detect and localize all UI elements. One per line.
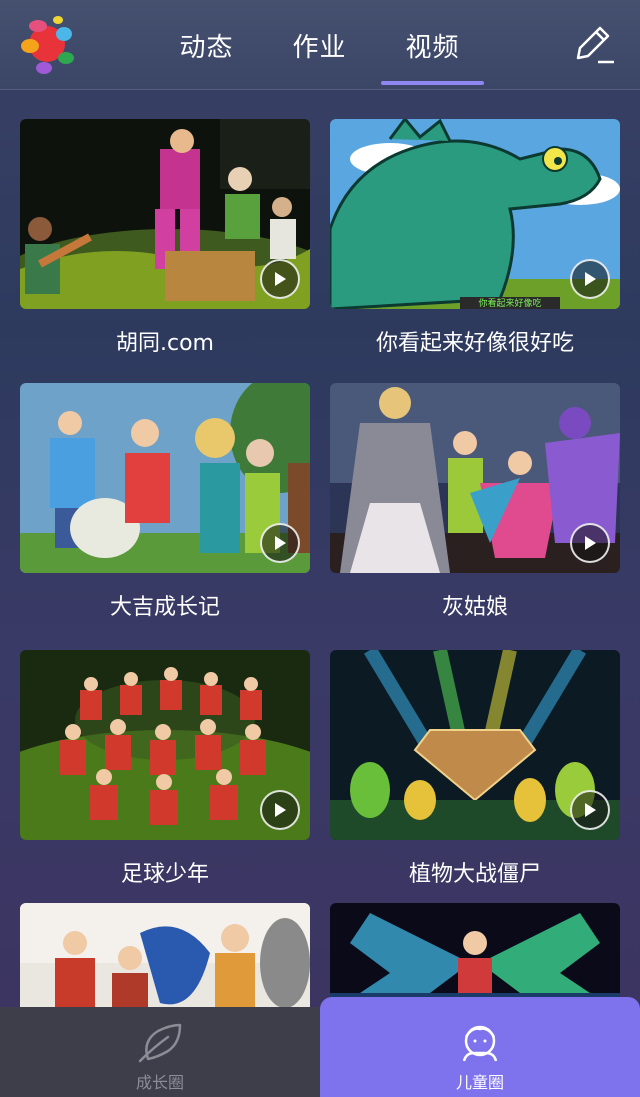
play-icon (275, 536, 286, 550)
play-icon (585, 536, 596, 550)
play-icon (585, 803, 596, 817)
stage-scene-thumbnail (20, 903, 310, 1007)
video-thumbnail[interactable] (330, 903, 620, 1007)
svg-text:你看起来好像吃: 你看起来好像吃 (478, 297, 541, 309)
video-thumbnail[interactable] (20, 903, 310, 1007)
video-card[interactable]: 植物大战僵尸 (330, 650, 620, 890)
nav-ertongquan[interactable]: 儿童圈 (320, 997, 640, 1097)
video-thumbnail[interactable]: 你看起来好像吃 (330, 119, 620, 309)
top-bar: 动态 作业 视频 (0, 0, 640, 90)
play-button[interactable] (570, 790, 610, 830)
play-icon (275, 272, 286, 286)
video-thumbnail[interactable] (20, 383, 310, 573)
video-card[interactable]: 你看起来好像吃 你看起来好像很好吃 (330, 119, 620, 359)
play-button[interactable] (570, 259, 610, 299)
child-icon (462, 1025, 498, 1062)
play-button[interactable] (260, 259, 300, 299)
video-title: 植物大战僵尸 (408, 862, 541, 887)
tab-shipin[interactable]: 视频 (376, 0, 489, 90)
video-title: 你看起来好像很好吃 (375, 331, 574, 356)
video-card[interactable]: 灰姑娘 (330, 383, 620, 623)
video-title: 灰姑娘 (441, 595, 508, 620)
leaf-icon (138, 1023, 182, 1063)
nav-label: 成长圈 (135, 1073, 184, 1092)
nav-label: 儿童圈 (455, 1073, 504, 1092)
top-tabs: 动态 作业 视频 (150, 0, 489, 90)
video-title: 胡同.com (116, 331, 214, 356)
tab-dongtai[interactable]: 动态 (150, 0, 263, 90)
video-thumbnail[interactable] (20, 650, 310, 840)
play-icon (585, 272, 596, 286)
nav-chengzhangquan[interactable]: 成长圈 (0, 1007, 320, 1097)
video-card[interactable] (20, 903, 310, 1007)
app-logo-icon[interactable] (14, 12, 80, 78)
bottom-nav: 成长圈 儿童圈 (0, 997, 640, 1097)
edit-icon[interactable] (568, 22, 618, 70)
tab-zuoye[interactable]: 作业 (263, 0, 376, 90)
play-icon (275, 803, 286, 817)
video-thumbnail[interactable] (20, 119, 310, 309)
play-button[interactable] (570, 523, 610, 563)
play-button[interactable] (260, 790, 300, 830)
video-thumbnail[interactable] (330, 650, 620, 840)
video-card[interactable]: 足球少年 (20, 650, 310, 890)
video-title: 足球少年 (120, 862, 209, 887)
video-card[interactable]: 胡同.com (20, 119, 310, 359)
video-card[interactable] (330, 903, 620, 1007)
stage-scene-thumbnail (330, 903, 620, 1007)
play-button[interactable] (260, 523, 300, 563)
video-thumbnail[interactable] (330, 383, 620, 573)
video-card[interactable]: 大吉成长记 (20, 383, 310, 623)
video-title: 大吉成长记 (109, 595, 220, 620)
